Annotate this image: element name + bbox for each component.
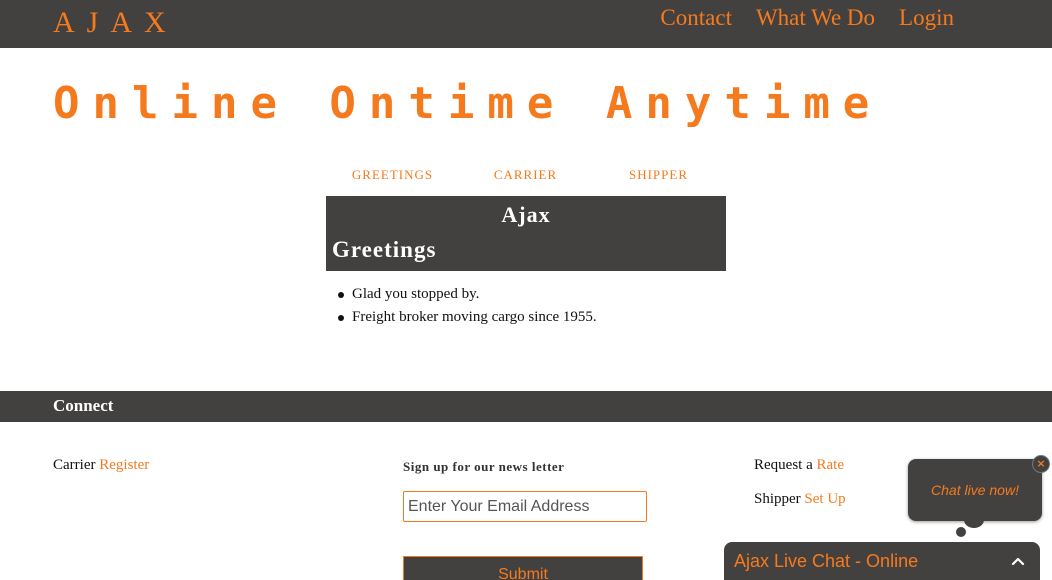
hero-title: Online Ontime Anytime (53, 78, 883, 129)
tab-carrier[interactable]: CARRIER (459, 167, 592, 183)
shipper-setup-line: Shipper Set Up (754, 491, 846, 508)
tab-greetings[interactable]: GREETINGS (326, 167, 459, 183)
request-label: Request a (754, 457, 813, 473)
carrier-register-line: Carrier Register (53, 457, 149, 474)
email-input[interactable] (403, 491, 647, 522)
close-icon[interactable]: × (1032, 455, 1050, 473)
shipper-setup-link[interactable]: Set Up (804, 491, 845, 507)
list-item: Freight broker moving cargo since 1955. (336, 306, 597, 329)
connect-bar: Connect (0, 391, 1052, 422)
list-item: Glad you stopped by. (336, 283, 597, 306)
request-rate-link[interactable]: Rate (816, 457, 844, 473)
submit-button[interactable]: Submit (403, 556, 643, 580)
bubble-tail-dot (956, 527, 966, 537)
panel-subtitle: Greetings (332, 237, 437, 262)
bubble-tail-dot (964, 512, 984, 528)
nav-what-we-do-link[interactable]: What We Do (756, 5, 875, 31)
submit-label: Submit (498, 566, 548, 580)
site-logo[interactable]: AJAX (53, 6, 178, 40)
live-chat-title: Ajax Live Chat - Online (734, 551, 919, 571)
chevron-up-icon[interactable] (1010, 553, 1026, 569)
chat-invite-text: Chat live now! (931, 482, 1019, 498)
top-nav: Contact What We Do Login (660, 5, 954, 31)
newsletter-heading: Sign up for our news letter (403, 459, 565, 474)
request-rate-line: Request a Rate (754, 457, 844, 474)
connect-title: Connect (53, 396, 114, 415)
live-chat-bar[interactable]: Ajax Live Chat - Online (724, 542, 1040, 580)
tab-shipper[interactable]: SHIPPER (592, 167, 725, 183)
shipper-label: Shipper (754, 491, 801, 507)
nav-contact-link[interactable]: Contact (660, 5, 732, 31)
panel-title: Ajax (501, 202, 551, 227)
carrier-label: Carrier (53, 457, 96, 473)
nav-login-link[interactable]: Login (899, 5, 954, 31)
panel-header: Ajax Greetings (326, 196, 726, 271)
content-tabs: GREETINGS CARRIER SHIPPER (326, 167, 726, 183)
greetings-list: Glad you stopped by. Freight broker movi… (336, 283, 597, 329)
carrier-register-link[interactable]: Register (99, 457, 149, 473)
top-navbar: AJAX Contact What We Do Login (0, 0, 1052, 48)
